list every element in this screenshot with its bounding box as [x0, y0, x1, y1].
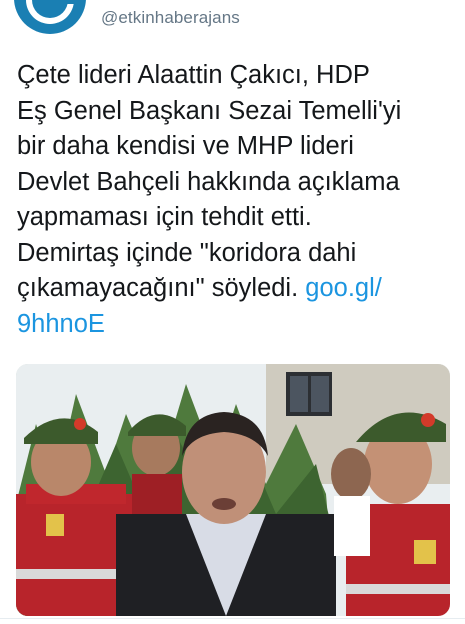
tweet-text: Çete lideri Alaattin Çakıcı, HDP Eş Gene…: [17, 58, 457, 342]
tweet-link-part2[interactable]: 9hhnoE: [17, 310, 105, 338]
tweet-photo[interactable]: [16, 364, 450, 616]
account-avatar[interactable]: [14, 0, 86, 34]
tweet-link-part1[interactable]: goo.gl/: [305, 274, 382, 302]
bottom-divider: [0, 618, 465, 619]
account-handle[interactable]: @etkinhaberajans: [101, 8, 240, 28]
logo-notch: [50, 0, 78, 4]
news-photo: [16, 364, 450, 616]
tweet-body: Çete lideri Alaattin Çakıcı, HDP Eş Gene…: [17, 61, 402, 302]
